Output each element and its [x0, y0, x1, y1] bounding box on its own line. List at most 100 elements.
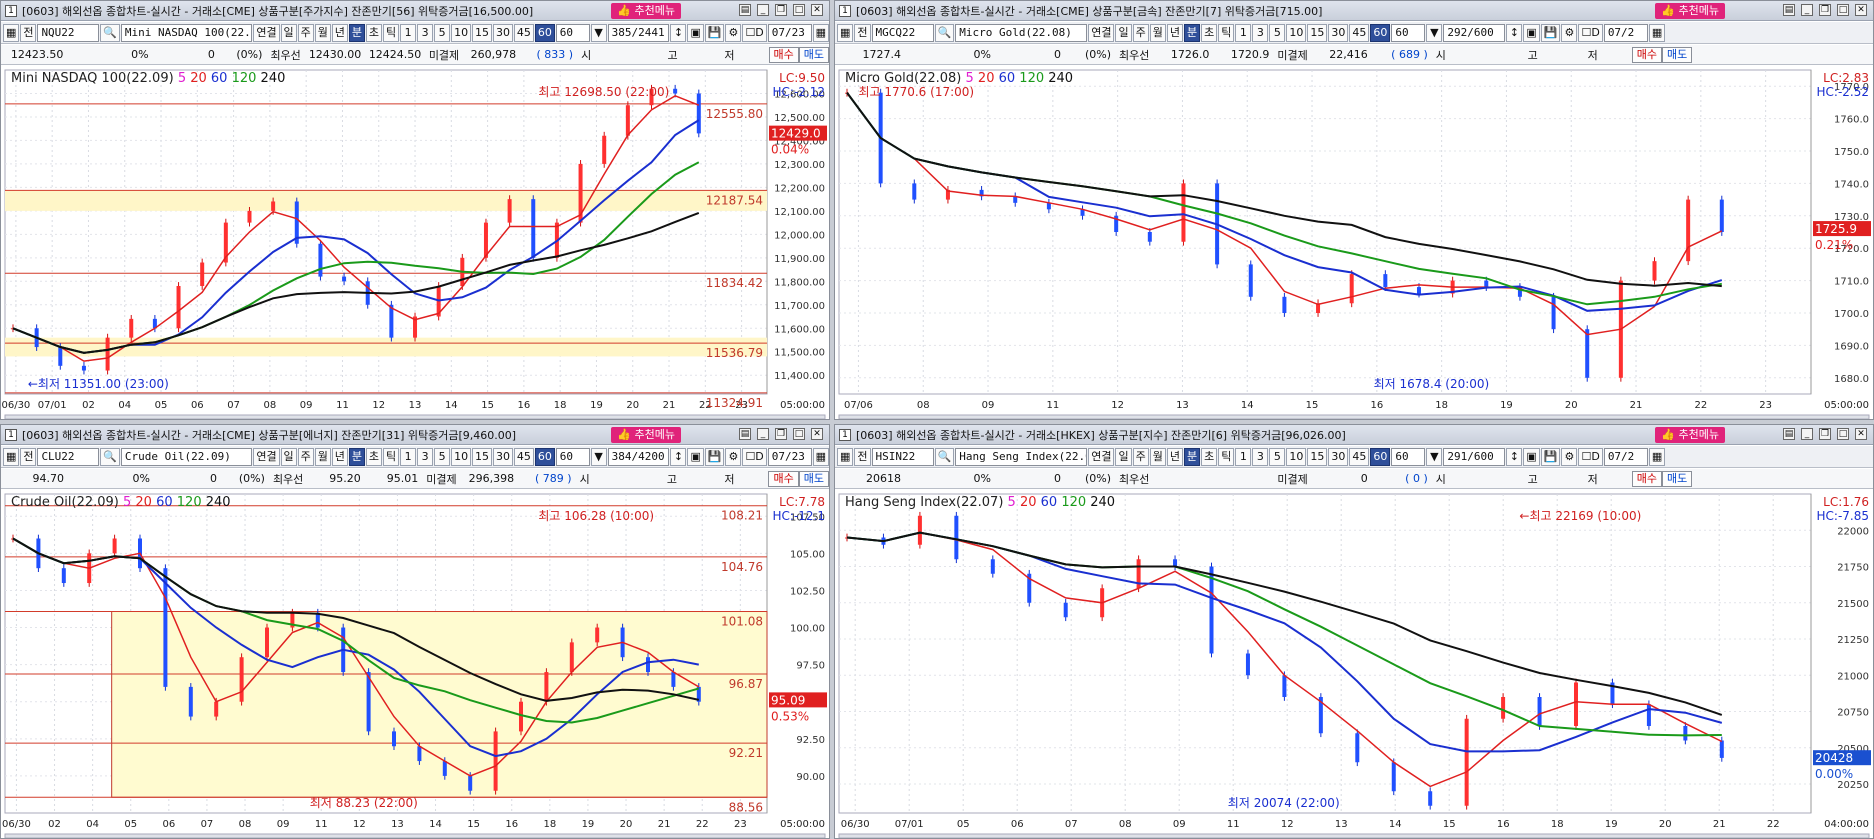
- settings-gear-icon[interactable]: ⚙: [725, 447, 742, 466]
- price-chart[interactable]: 06/30 07/01 02 04 05 06 07 08 09 11 12 13 14 15 16 18 19…: [1, 66, 829, 420]
- settings-gear-icon[interactable]: ⚙: [725, 23, 742, 42]
- interval-30-button[interactable]: 30: [1328, 23, 1349, 42]
- interval-30-button[interactable]: 30: [1328, 447, 1349, 466]
- interval-60-button[interactable]: 60: [534, 447, 555, 466]
- minimize-icon[interactable]: _: [757, 4, 769, 16]
- interval-1-button[interactable]: 1: [400, 23, 417, 42]
- interval-select[interactable]: 60: [555, 23, 590, 42]
- symbol-code-input[interactable]: CLU22: [37, 447, 100, 466]
- list-icon[interactable]: ▦: [837, 23, 854, 42]
- buy-button[interactable]: 매수: [1631, 46, 1662, 63]
- interval-45-button[interactable]: 45: [1349, 447, 1370, 466]
- chevron-down-icon[interactable]: ▼: [1426, 447, 1443, 466]
- save-icon[interactable]: 💾: [1540, 23, 1561, 42]
- chart-scrollbar[interactable]: [4, 833, 826, 838]
- interval-45-button[interactable]: 45: [1349, 23, 1370, 42]
- close-icon[interactable]: ✕: [811, 4, 823, 16]
- link-button[interactable]: 연결: [253, 23, 280, 42]
- buy-button[interactable]: 매수: [768, 46, 799, 63]
- interval-15-button[interactable]: 15: [1307, 23, 1328, 42]
- restore-icon[interactable]: ❐: [1819, 4, 1831, 16]
- interval-3-button[interactable]: 3: [417, 447, 434, 466]
- calc-icon[interactable]: ▣: [1523, 23, 1540, 42]
- interval-15-button[interactable]: 15: [472, 447, 492, 466]
- period-day-button[interactable]: 일: [1115, 447, 1132, 466]
- interval-select[interactable]: 60: [1391, 23, 1426, 42]
- count-spinner-icon[interactable]: ↕: [670, 23, 687, 42]
- period-tick-button[interactable]: 틱: [1218, 23, 1235, 42]
- buy-button[interactable]: 매수: [1631, 470, 1662, 487]
- period-week-button[interactable]: 주: [297, 23, 314, 42]
- interval-select[interactable]: 60: [1391, 447, 1426, 466]
- interval-45-button[interactable]: 45: [513, 447, 534, 466]
- interval-1-button[interactable]: 1: [400, 447, 417, 466]
- bar-count-field[interactable]: 385/2441: [607, 23, 670, 42]
- all-button[interactable]: 전: [20, 447, 37, 466]
- period-min-button[interactable]: 분: [1183, 447, 1201, 466]
- d-checkbox[interactable]: ☐D: [742, 23, 767, 42]
- period-min-button[interactable]: 분: [348, 23, 365, 42]
- list-icon[interactable]: ▦: [837, 447, 854, 466]
- layout-icon[interactable]: ▤: [739, 4, 751, 16]
- interval-45-button[interactable]: 45: [513, 23, 534, 42]
- minimize-icon[interactable]: _: [1801, 428, 1813, 440]
- link-button[interactable]: 연결: [1088, 23, 1115, 42]
- restore-icon[interactable]: ❐: [775, 428, 787, 440]
- period-year-button[interactable]: 년: [1166, 447, 1183, 466]
- period-sec-button[interactable]: 초: [1201, 447, 1218, 466]
- layout-icon[interactable]: ▤: [1783, 428, 1795, 440]
- interval-3-button[interactable]: 3: [1252, 447, 1269, 466]
- period-day-button[interactable]: 일: [280, 447, 297, 466]
- period-tick-button[interactable]: 틱: [1218, 447, 1235, 466]
- period-month-button[interactable]: 월: [314, 23, 331, 42]
- period-day-button[interactable]: 일: [1115, 23, 1132, 42]
- period-min-button[interactable]: 분: [1183, 23, 1201, 42]
- save-icon[interactable]: 💾: [704, 447, 725, 466]
- interval-1-button[interactable]: 1: [1235, 447, 1252, 466]
- interval-3-button[interactable]: 3: [1252, 23, 1269, 42]
- date-field[interactable]: 07/2: [1603, 447, 1648, 466]
- calendar-icon[interactable]: ▦: [1648, 447, 1666, 466]
- interval-15-button[interactable]: 15: [472, 23, 492, 42]
- window-number-box[interactable]: 1: [5, 4, 17, 17]
- d-checkbox[interactable]: ☐D: [1578, 23, 1603, 42]
- sell-button[interactable]: 매도: [798, 46, 829, 63]
- calendar-icon[interactable]: ▦: [1648, 23, 1666, 42]
- interval-1-button[interactable]: 1: [1235, 23, 1252, 42]
- interval-60-button[interactable]: 60: [1370, 447, 1391, 466]
- period-year-button[interactable]: 년: [331, 23, 348, 42]
- date-field[interactable]: 07/23: [767, 23, 812, 42]
- price-chart[interactable]: 07/06 08 09 11 12 13 14 15 16 18 19 20 21 22 231770.01…: [835, 66, 1873, 420]
- period-sec-button[interactable]: 초: [365, 23, 382, 42]
- layout-icon[interactable]: ▤: [739, 428, 751, 440]
- restore-icon[interactable]: ❐: [1819, 428, 1831, 440]
- count-spinner-icon[interactable]: ↕: [1506, 23, 1523, 42]
- period-month-button[interactable]: 월: [1149, 23, 1166, 42]
- search-icon[interactable]: 🔍: [100, 447, 120, 466]
- minimize-icon[interactable]: _: [757, 428, 769, 440]
- period-week-button[interactable]: 주: [1132, 447, 1149, 466]
- interval-10-button[interactable]: 10: [1286, 23, 1307, 42]
- period-tick-button[interactable]: 틱: [383, 23, 400, 42]
- sell-button[interactable]: 매도: [1662, 46, 1693, 63]
- save-icon[interactable]: 💾: [1540, 447, 1561, 466]
- count-spinner-icon[interactable]: ↕: [670, 447, 687, 466]
- bar-count-field[interactable]: 291/600: [1443, 447, 1506, 466]
- list-icon[interactable]: ▦: [3, 23, 20, 42]
- all-button[interactable]: 전: [854, 23, 871, 42]
- price-chart[interactable]: 06/30 02 04 05 06 07 08 09 11 12 13 14 15 16 18 19 20 21 2…: [1, 490, 829, 839]
- maximize-icon[interactable]: □: [793, 4, 805, 16]
- symbol-code-input[interactable]: HSIN22: [871, 447, 934, 466]
- sell-button[interactable]: 매도: [1662, 470, 1693, 487]
- period-sec-button[interactable]: 초: [1201, 23, 1218, 42]
- maximize-icon[interactable]: □: [1837, 428, 1849, 440]
- window-number-box[interactable]: 1: [5, 428, 17, 441]
- interval-5-button[interactable]: 5: [1269, 447, 1286, 466]
- chevron-down-icon[interactable]: ▼: [590, 23, 607, 42]
- maximize-icon[interactable]: □: [793, 428, 805, 440]
- close-icon[interactable]: ✕: [1855, 428, 1867, 440]
- d-checkbox[interactable]: ☐D: [1578, 447, 1603, 466]
- period-day-button[interactable]: 일: [280, 23, 297, 42]
- search-icon[interactable]: 🔍: [934, 23, 955, 42]
- calc-icon[interactable]: ▣: [1523, 447, 1540, 466]
